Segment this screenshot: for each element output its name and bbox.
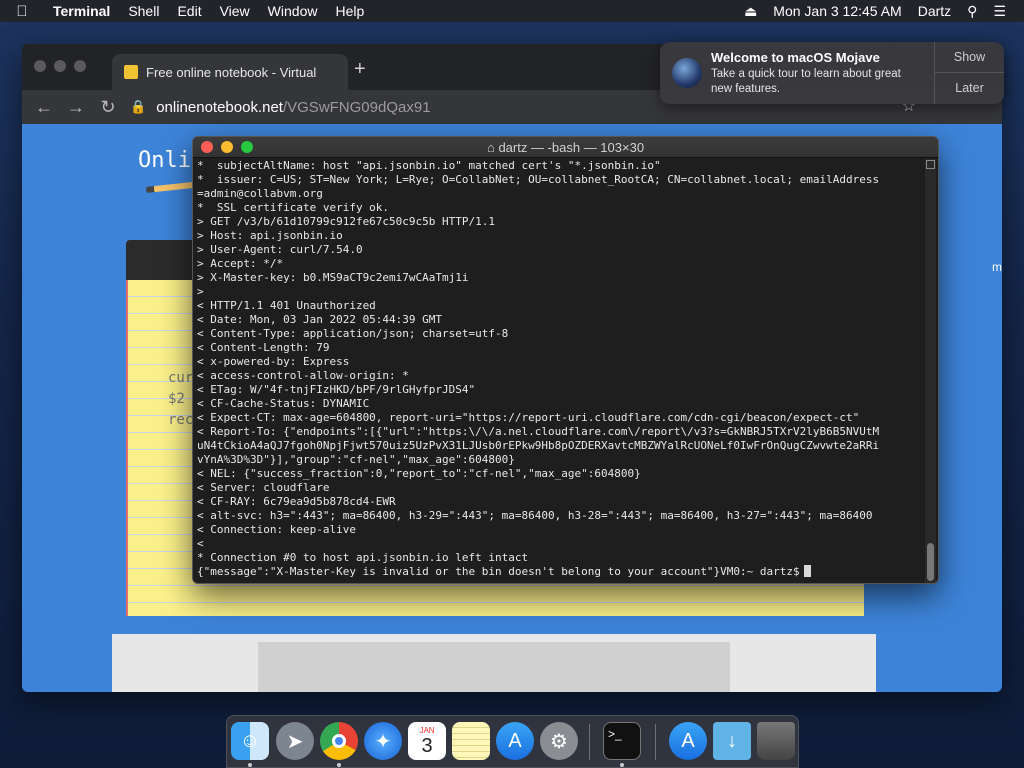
terminal-line: <	[197, 537, 204, 550]
url-host: onlinenotebook.net	[156, 98, 283, 116]
menu-window[interactable]: Window	[259, 0, 327, 22]
terminal-line: < CF-Cache-Status: DYNAMIC	[197, 397, 370, 410]
calendar-icon[interactable]: JAN 3	[408, 722, 446, 760]
terminal-line: * subjectAltName: host "api.jsonbin.io" …	[197, 159, 661, 172]
terminal-prompt-line[interactable]: {"message":"X-Master-Key is invalid or t…	[197, 565, 919, 579]
menu-view[interactable]: View	[211, 0, 259, 22]
eject-icon[interactable]: ⏏	[736, 3, 765, 20]
notification-center-icon[interactable]: ☰	[985, 3, 1014, 20]
menu-shell[interactable]: Shell	[119, 0, 168, 22]
app-store-icon[interactable]: A	[496, 722, 534, 760]
browser-minimize-button[interactable]	[54, 60, 66, 72]
terminal-line: * issuer: C=US; ST=New York; L=Rye; O=Co…	[197, 173, 880, 186]
menubar-user[interactable]: Dartz	[910, 3, 959, 19]
page-edge-text: m	[992, 260, 1002, 274]
notepad-line: rec	[168, 412, 194, 428]
apple-menu-icon[interactable]: 	[0, 3, 44, 20]
browser-zoom-button[interactable]	[74, 60, 86, 72]
terminal-line: =admin@collabvm.org	[197, 187, 323, 200]
terminal-line: < CF-RAY: 6c79ea9d5b878cd4-EWR	[197, 495, 396, 508]
url-path: /VGSwFNG09dQax91	[282, 98, 431, 116]
terminal-line: * Connection #0 to host api.jsonbin.io l…	[197, 551, 529, 564]
terminal-app-icon[interactable]: >_	[603, 722, 641, 760]
terminal-line: < ETag: W/"4f-tnjFIzHKD/bPF/9rlGHyfprJDS…	[197, 383, 476, 396]
terminal-line: < Content-Length: 79	[197, 341, 330, 354]
terminal-line: < Expect-CT: max-age=604800, report-uri=…	[197, 411, 860, 424]
notes-icon[interactable]	[452, 722, 490, 760]
spotlight-search-icon[interactable]: ⚲	[959, 3, 985, 20]
terminal-line: > X-Master-key: b0.MS9aCT9c2emi7wCAaTmj1…	[197, 271, 469, 284]
browser-tab-title: Free online notebook - Virtual	[146, 64, 317, 80]
terminal-line: < x-powered-by: Express	[197, 355, 350, 368]
terminal-line: > Accept: */*	[197, 257, 284, 270]
menubar-clock[interactable]: Mon Jan 3 12:45 AM	[765, 3, 909, 19]
running-indicator	[248, 763, 252, 767]
terminal-line: > Host: api.jsonbin.io	[197, 229, 343, 242]
reload-icon[interactable]: ↻	[92, 97, 124, 118]
browser-close-button[interactable]	[34, 60, 46, 72]
dock-separator	[655, 724, 656, 760]
terminal-cursor	[803, 565, 811, 577]
trash-icon[interactable]	[757, 722, 795, 760]
home-folder-icon: ⌂	[486, 140, 495, 155]
menu-edit[interactable]: Edit	[168, 0, 210, 22]
notification-title: Welcome to macOS Mojave	[711, 50, 880, 65]
back-arrow-icon[interactable]: ←	[28, 97, 60, 118]
terminal-line: uN4tCkioA4aQJ7fgoh0NpjFjwt570uiz5UzPvX31…	[197, 439, 880, 452]
downloads-folder-icon[interactable]: ↓	[713, 722, 751, 760]
lock-icon: 🔒	[130, 99, 147, 114]
terminal-line: < Connection: keep-alive	[197, 523, 356, 536]
running-indicator	[620, 763, 624, 767]
scrollbar-thumb[interactable]	[927, 543, 934, 581]
menu-bar:  Terminal Shell Edit View Window Help ⏏…	[0, 0, 1024, 22]
address-bar[interactable]: 🔒 onlinenotebook.net/VGSwFNG09dQax91	[130, 99, 431, 116]
macos-mojave-icon	[672, 58, 702, 88]
notepad-line: $2	[168, 391, 185, 407]
notebook-favicon-icon	[124, 65, 138, 79]
notepad-line: cur	[168, 370, 194, 386]
menu-terminal[interactable]: Terminal	[44, 0, 119, 22]
dock: ☺ ➤ ✦ JAN 3 A ⚙ >_ A ↓	[226, 715, 799, 768]
terminal-window[interactable]: ⌂ dartz — -bash — 103×30 * subjectAltNam…	[192, 136, 939, 584]
notepad-text[interactable]: cur $2 rec	[168, 368, 193, 431]
menu-help[interactable]: Help	[326, 0, 373, 22]
terminal-line: < Date: Mon, 03 Jan 2022 05:44:39 GMT	[197, 313, 443, 326]
terminal-line: < Report-To: {"endpoints":[{"url":"https…	[197, 425, 880, 438]
terminal-title-bar[interactable]: ⌂ dartz — -bash — 103×30	[193, 137, 938, 158]
forward-arrow-icon[interactable]: →	[60, 97, 92, 118]
new-tab-button[interactable]: +	[354, 58, 366, 81]
running-indicator	[337, 763, 341, 767]
terminal-line: * SSL certificate verify ok.	[197, 201, 390, 214]
terminal-line: < NEL: {"success_fraction":0,"report_to"…	[197, 467, 641, 480]
terminal-output[interactable]: * subjectAltName: host "api.jsonbin.io" …	[197, 159, 919, 583]
terminal-prompt-text: {"message":"X-Master-Key is invalid or t…	[197, 565, 800, 578]
mojave-welcome-notification[interactable]: Welcome to macOS Mojave Take a quick tou…	[660, 42, 1004, 104]
finder-icon[interactable]: ☺	[231, 722, 269, 760]
scrollbar-split-icon[interactable]	[926, 160, 935, 169]
terminal-line: > GET /v3/b/61d10799c912fe67c50c9c5b HTT…	[197, 215, 496, 228]
chrome-icon[interactable]	[320, 722, 358, 760]
terminal-line: < Server: cloudflare	[197, 481, 330, 494]
notification-body: Take a quick tour to learn about great n…	[711, 68, 901, 95]
launchpad-rocket-icon[interactable]: ➤	[276, 722, 314, 760]
terminal-line: > User-Agent: curl/7.54.0	[197, 243, 363, 256]
system-preferences-gear-icon[interactable]: ⚙	[540, 722, 578, 760]
page-lower-inner-panel	[258, 642, 730, 692]
terminal-line: < HTTP/1.1 401 Unauthorized	[197, 299, 376, 312]
terminal-line: < Content-Type: application/json; charse…	[197, 327, 509, 340]
terminal-line: >	[197, 285, 204, 298]
app-store-downloads-icon[interactable]: A	[669, 722, 707, 760]
notification-later-button[interactable]: Later	[935, 73, 1004, 104]
notification-show-button[interactable]: Show	[935, 42, 1004, 73]
terminal-line: < alt-svc: h3=":443"; ma=86400, h3-29=":…	[197, 509, 873, 522]
terminal-scrollbar[interactable]	[925, 159, 936, 583]
safari-compass-icon[interactable]: ✦	[364, 722, 402, 760]
page-title: Onli	[138, 148, 191, 173]
browser-tab[interactable]: Free online notebook - Virtual	[112, 54, 348, 90]
dock-separator	[589, 724, 590, 760]
terminal-line: < access-control-allow-origin: *	[197, 369, 409, 382]
terminal-title: ⌂ dartz — -bash — 103×30	[486, 140, 645, 155]
terminal-line: vYnA%3D%3D"}],"group":"cf-nel","max_age"…	[197, 453, 515, 466]
